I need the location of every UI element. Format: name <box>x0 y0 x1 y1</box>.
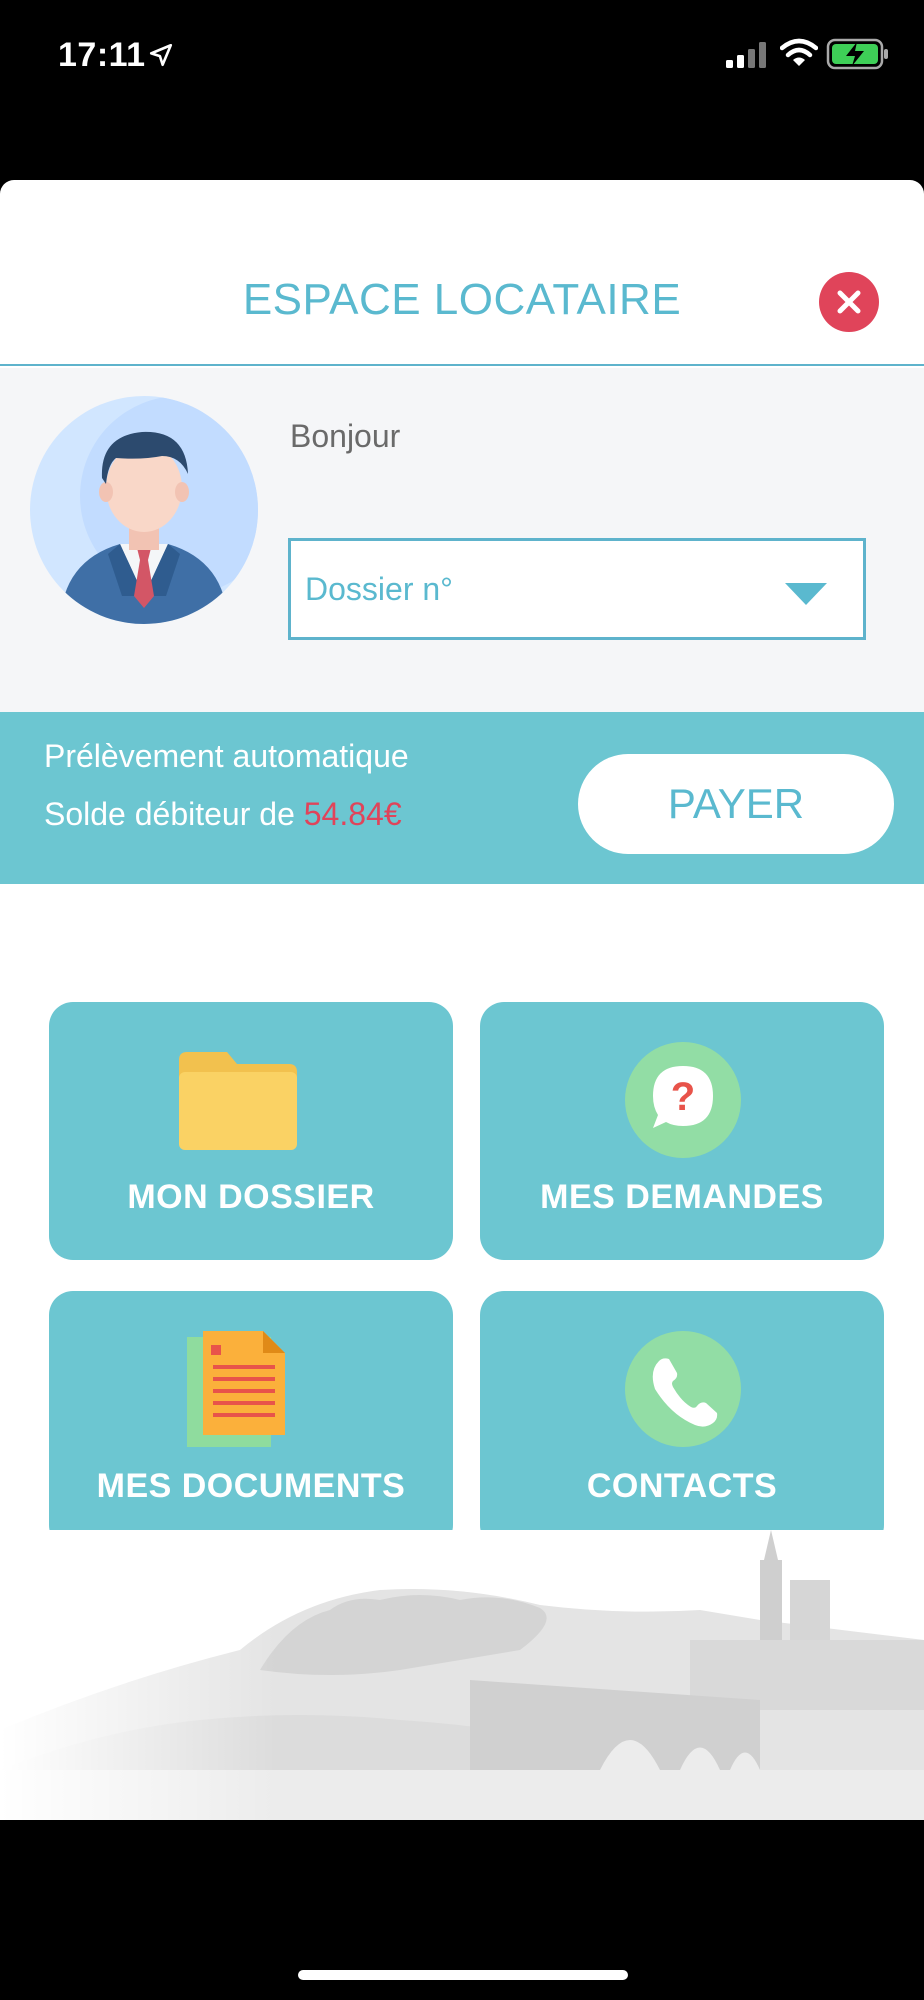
dossier-select[interactable]: Dossier n° <box>288 538 866 640</box>
tenant-space-sheet: ESPACE LOCATAIRE Bonjour Dossier n° Prél… <box>0 180 924 1820</box>
tile-label: CONTACTS <box>586 1467 778 1505</box>
tile-contacts[interactable]: CONTACTS <box>480 1291 884 1549</box>
battery-charging-icon <box>826 38 888 70</box>
close-button[interactable] <box>819 272 879 332</box>
dossier-select-label: Dossier n° <box>305 571 453 607</box>
avignon-bridge-illustration <box>0 1530 924 1820</box>
greeting-text: Bonjour <box>290 418 401 454</box>
question-bubble-icon: ? <box>625 1042 741 1158</box>
location-arrow-icon <box>149 43 173 67</box>
tile-mon-dossier[interactable]: MON DOSSIER <box>49 1002 453 1260</box>
profile-section: Bonjour Dossier n° <box>0 368 924 712</box>
svg-text:?: ? <box>671 1075 695 1119</box>
page-title: ESPACE LOCATAIRE <box>242 275 682 324</box>
pay-button[interactable]: PAYER <box>578 754 894 854</box>
tile-label: MON DOSSIER <box>127 1178 375 1216</box>
tile-label: MES DOCUMENTS <box>96 1467 406 1505</box>
phone-icon <box>625 1331 741 1447</box>
tile-mes-documents[interactable]: MES DOCUMENTS <box>49 1291 453 1549</box>
folder-icon <box>179 1052 297 1150</box>
tile-mes-demandes[interactable]: ? MES DEMANDES <box>480 1002 884 1260</box>
tile-label: MES DEMANDES <box>540 1178 824 1216</box>
payment-banner: Prélèvement automatique Solde débiteur d… <box>0 712 924 884</box>
status-bar: 17:11 <box>0 0 924 110</box>
documents-icon <box>187 1331 285 1447</box>
header: ESPACE LOCATAIRE <box>0 180 924 366</box>
balance-text: Solde débiteur de 54.84€ <box>44 796 402 833</box>
avatar <box>30 396 258 624</box>
balance-prefix: Solde débiteur de <box>44 796 295 832</box>
wifi-icon <box>780 38 818 66</box>
businessman-avatar-icon <box>60 396 258 624</box>
chevron-down-icon <box>785 583 827 605</box>
signal-icon <box>726 42 766 68</box>
status-time: 17:11 <box>58 36 146 74</box>
balance-amount: 54.84€ <box>303 796 402 832</box>
payment-method-text: Prélèvement automatique <box>44 738 409 774</box>
home-indicator[interactable] <box>298 1970 628 1980</box>
close-icon <box>837 290 861 314</box>
